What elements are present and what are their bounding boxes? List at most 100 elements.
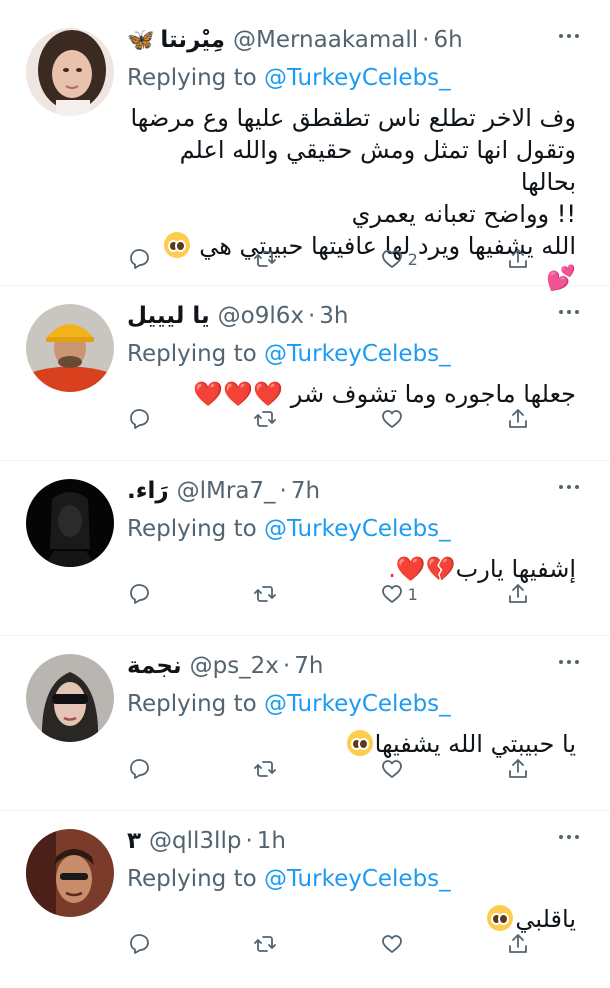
tweet[interactable]: 🦋 مِيْرنتا @Mernaakamall · 6h Replying t… [0, 0, 610, 292]
reply-button[interactable] [127, 407, 187, 431]
tweet-header: يا ليييل @o9l6x · 3h [127, 296, 579, 336]
mention-link[interactable]: @TurkeyCelebs_ [264, 516, 451, 542]
tweet-content: رَاء. @lMra7_ · 7h Replying to @TurkeyCe… [127, 471, 579, 585]
tweet-text-line: !! وواضح تعبانه يعمري [351, 200, 576, 228]
tweet-actions: 1 [127, 579, 530, 609]
avatar[interactable] [26, 829, 114, 917]
more-icon[interactable] [554, 302, 584, 322]
replying-label: Replying to [127, 65, 257, 91]
reply-button[interactable] [127, 757, 187, 781]
replying-to: Replying to @TurkeyCelebs_ [127, 861, 578, 897]
separator-dot: · [282, 653, 291, 679]
replying-label: Replying to [127, 341, 257, 367]
like-icon [381, 935, 402, 953]
retweet-button[interactable] [253, 932, 313, 956]
replying-to: Replying to @TurkeyCelebs_ [127, 336, 578, 372]
replying-label: Replying to [127, 516, 257, 542]
butterfly-icon: 🦋 [127, 27, 155, 53]
like-button[interactable] [380, 757, 440, 781]
tweet-content: نجمة @ps_2x · 7h Replying to @TurkeyCele… [127, 646, 579, 760]
tweet[interactable]: ٣ @qll3llp · 1h Replying to @TurkeyCeleb… [0, 811, 610, 988]
like-button[interactable] [380, 932, 440, 956]
timestamp[interactable]: 7h [294, 653, 323, 679]
like-icon [381, 250, 402, 268]
display-name[interactable]: ٣ [127, 828, 141, 854]
user-handle[interactable]: @o9l6x [218, 303, 304, 329]
mention-link[interactable]: @TurkeyCelebs_ [264, 691, 451, 717]
share-button[interactable] [506, 932, 530, 956]
reply-feed: 🦋 مِيْرنتا @Mernaakamall · 6h Replying t… [0, 0, 610, 988]
like-button[interactable]: 2 [380, 247, 440, 271]
reply-icon [130, 409, 149, 429]
more-icon[interactable] [554, 827, 584, 847]
share-icon [509, 249, 527, 268]
tweet-content: يا ليييل @o9l6x · 3h Replying to @Turkey… [127, 296, 579, 410]
tweet-actions: 2 [127, 244, 530, 274]
reply-button[interactable] [127, 247, 187, 271]
tweet-text-line: وف الاخر تطلع ناس تطقطق عليها وع مرضها [130, 104, 576, 132]
avatar[interactable] [26, 304, 114, 392]
reply-icon [130, 934, 149, 954]
retweet-button[interactable] [253, 757, 313, 781]
mention-link[interactable]: @TurkeyCelebs_ [264, 866, 451, 892]
mention-link[interactable]: @TurkeyCelebs_ [264, 65, 451, 91]
like-button[interactable]: 1 [380, 582, 440, 606]
display-name[interactable]: نجمة [127, 653, 182, 679]
tweet[interactable]: نجمة @ps_2x · 7h Replying to @TurkeyCele… [0, 636, 610, 811]
like-button[interactable] [380, 407, 440, 431]
display-name[interactable]: رَاء. [127, 478, 169, 504]
share-button[interactable] [506, 582, 530, 606]
reply-button[interactable] [127, 582, 187, 606]
tweet-header: رَاء. @lMra7_ · 7h [127, 471, 579, 511]
more-icon[interactable] [554, 26, 584, 46]
share-icon [509, 409, 527, 428]
replying-to: Replying to @TurkeyCelebs_ [127, 511, 578, 547]
tweet-actions [127, 929, 530, 959]
reply-icon [130, 249, 149, 269]
reply-icon [130, 584, 149, 604]
more-icon[interactable] [554, 477, 584, 497]
retweet-button[interactable] [253, 247, 313, 271]
tweet-header: 🦋 مِيْرنتا @Mernaakamall · 6h [127, 20, 579, 60]
timestamp[interactable]: 7h [291, 478, 320, 504]
user-handle[interactable]: @Mernaakamall [233, 27, 418, 53]
share-icon [509, 934, 527, 953]
display-name[interactable]: مِيْرنتا [160, 27, 225, 53]
replying-label: Replying to [127, 691, 257, 717]
retweet-button[interactable] [253, 582, 313, 606]
display-name[interactable]: يا ليييل [127, 303, 210, 329]
user-handle[interactable]: @qll3llp [149, 828, 241, 854]
share-button[interactable] [506, 247, 530, 271]
retweet-button[interactable] [253, 407, 313, 431]
retweet-icon [254, 936, 277, 952]
tweet[interactable]: رَاء. @lMra7_ · 7h Replying to @TurkeyCe… [0, 461, 610, 636]
timestamp[interactable]: 3h [319, 303, 348, 329]
separator-dot: · [307, 303, 316, 329]
avatar[interactable] [26, 28, 114, 116]
share-button[interactable] [506, 757, 530, 781]
share-icon [509, 759, 527, 778]
user-handle[interactable]: @ps_2x [190, 653, 279, 679]
retweet-icon [254, 251, 277, 267]
mention-link[interactable]: @TurkeyCelebs_ [264, 341, 451, 367]
avatar[interactable] [26, 479, 114, 567]
tweet[interactable]: يا ليييل @o9l6x · 3h Replying to @Turkey… [0, 286, 610, 461]
timestamp[interactable]: 6h [433, 27, 462, 53]
tweet-content: ٣ @qll3llp · 1h Replying to @TurkeyCeleb… [127, 821, 579, 935]
share-button[interactable] [506, 407, 530, 431]
replying-label: Replying to [127, 866, 257, 892]
separator-dot: · [245, 828, 253, 854]
like-icon [381, 585, 402, 603]
user-handle[interactable]: @lMra7_ [177, 478, 276, 504]
tweet-header: ٣ @qll3llp · 1h [127, 821, 579, 861]
replying-to: Replying to @TurkeyCelebs_ [127, 60, 578, 96]
reply-icon [130, 759, 149, 779]
separator-dot: · [279, 478, 287, 504]
timestamp[interactable]: 1h [257, 828, 286, 854]
avatar[interactable] [26, 654, 114, 742]
reply-button[interactable] [127, 932, 187, 956]
separator-dot: · [422, 27, 430, 53]
retweet-icon [254, 411, 277, 427]
retweet-icon [254, 586, 277, 602]
more-icon[interactable] [554, 652, 584, 672]
